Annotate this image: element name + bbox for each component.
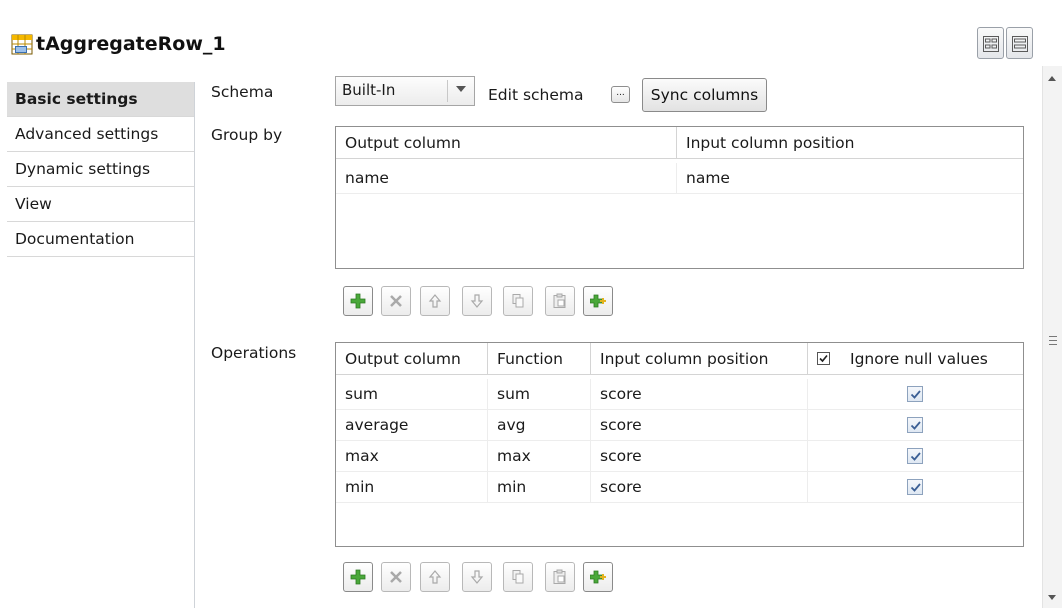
scroll-down-icon[interactable] [1048,595,1056,600]
remove-icon [390,295,402,307]
copy-icon [512,570,524,584]
ignore-null-checkbox[interactable] [907,417,923,433]
table-row[interactable]: sum sum score [336,379,1023,410]
column-header-output[interactable]: Output column [336,343,488,375]
ignore-null-checkbox[interactable] [907,386,923,402]
chevron-down-icon [456,86,466,92]
schema-type-value: Built-In [342,81,396,99]
checkmark-icon [910,421,921,430]
sidebar-item-dynamic-settings[interactable]: Dynamic settings [7,152,194,187]
cell-input-column[interactable]: score [591,379,808,410]
column-header-input-position[interactable]: Input column position [677,127,1023,159]
cell-function[interactable]: max [488,441,591,472]
cell-input-column[interactable]: name [677,163,1023,194]
copy-button[interactable] [503,562,533,592]
remove-row-button[interactable] [381,286,411,316]
sidebar-item-basic-settings[interactable]: Basic settings [7,82,194,117]
list-view-icon [1012,36,1028,52]
select-divider [447,80,448,102]
cell-output-column[interactable]: average [336,410,488,441]
column-header-ignore-null[interactable]: Ignore null values [808,343,1023,375]
sidebar-item-documentation[interactable]: Documentation [7,222,194,257]
move-up-icon [428,294,442,308]
ignore-null-checkbox[interactable] [907,479,923,495]
move-up-button[interactable] [420,286,450,316]
header-ignore-null-checkbox[interactable] [817,352,830,365]
cell-input-column[interactable]: score [591,410,808,441]
add-all-button[interactable] [583,286,613,316]
add-row-button[interactable] [343,286,373,316]
table-row[interactable]: name name [336,163,1023,194]
edit-schema-button[interactable]: ... [611,86,630,103]
component-title: tAggregateRow_1 [36,33,226,55]
operations-label: Operations [211,344,297,362]
move-down-icon [470,294,484,308]
sidebar-item-advanced-settings[interactable]: Advanced settings [7,117,194,152]
add-icon [350,569,366,585]
column-header-input-position[interactable]: Input column position [591,343,808,375]
paste-button[interactable] [545,286,575,316]
table-header: Output column Function Input column posi… [336,343,1023,375]
add-icon [350,293,366,309]
checkmark-icon [910,390,921,399]
add-all-icon [590,294,606,308]
move-down-button[interactable] [462,562,492,592]
table-row[interactable]: min min score [336,472,1023,503]
edit-schema-label: Edit schema [488,86,584,104]
cell-output-column[interactable]: name [336,163,677,194]
cell-input-column[interactable]: score [591,441,808,472]
schema-label: Schema [211,83,274,101]
copy-button[interactable] [503,286,533,316]
table-row[interactable]: average avg score [336,410,1023,441]
table-header: Output column Input column position [336,127,1023,159]
sync-columns-button[interactable]: Sync columns [642,78,767,112]
move-up-icon [428,570,442,584]
paste-button[interactable] [545,562,575,592]
group-by-label: Group by [211,126,283,144]
checkmark-icon [819,354,828,363]
scroll-up-icon[interactable] [1048,76,1056,81]
remove-icon [390,571,402,583]
column-header-output[interactable]: Output column [336,127,677,159]
table-component-icon [11,34,33,55]
component-header: tAggregateRow_1 [0,0,1062,64]
move-down-icon [470,570,484,584]
sidebar-item-view[interactable]: View [7,187,194,222]
table-row[interactable]: max max score [336,441,1023,472]
cell-output-column[interactable]: sum [336,379,488,410]
schema-type-select[interactable]: Built-In [335,76,475,106]
column-header-function[interactable]: Function [488,343,591,375]
add-all-icon [590,570,606,584]
grid-view-button[interactable] [977,27,1004,59]
checkmark-icon [910,483,921,492]
cell-output-column[interactable]: min [336,472,488,503]
move-down-button[interactable] [462,286,492,316]
cell-function[interactable]: sum [488,379,591,410]
move-up-button[interactable] [420,562,450,592]
cell-input-column[interactable]: score [591,472,808,503]
add-row-button[interactable] [343,562,373,592]
add-all-button[interactable] [583,562,613,592]
remove-row-button[interactable] [381,562,411,592]
cell-function[interactable]: avg [488,410,591,441]
paste-icon [553,293,566,308]
settings-sidebar: Basic settings Advanced settings Dynamic… [7,82,195,608]
cell-function[interactable]: min [488,472,591,503]
operations-table[interactable]: Output column Function Input column posi… [335,342,1024,547]
copy-icon [512,294,524,308]
grid-view-icon [983,36,999,52]
checkmark-icon [910,452,921,461]
group-by-table[interactable]: Output column Input column position name… [335,126,1024,269]
scroll-thumb-grip-icon[interactable] [1049,336,1057,345]
vertical-scrollbar[interactable] [1042,66,1062,608]
list-view-button[interactable] [1006,27,1033,59]
cell-output-column[interactable]: max [336,441,488,472]
ignore-null-checkbox[interactable] [907,448,923,464]
paste-icon [553,569,566,584]
